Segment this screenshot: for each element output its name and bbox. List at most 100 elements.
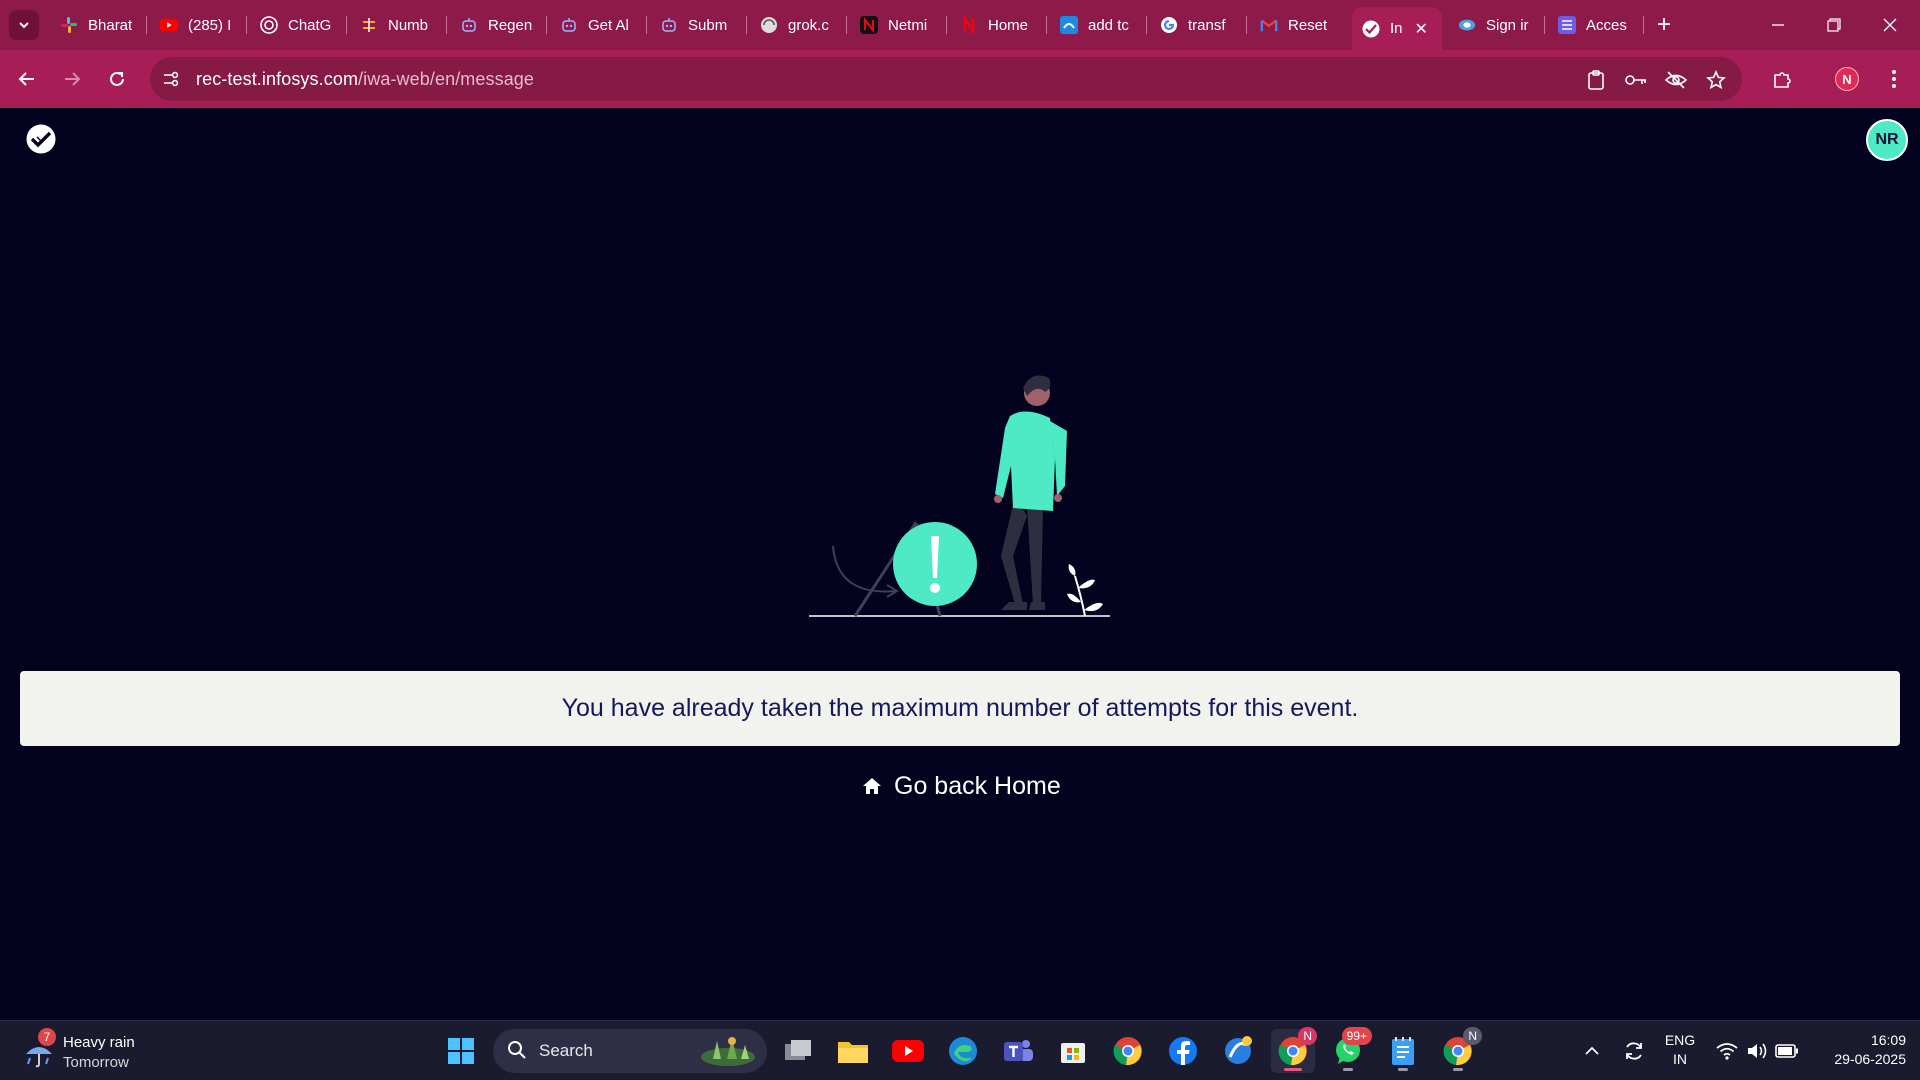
tab-separator [846,16,847,34]
weather-widget[interactable]: 7 Heavy rain Tomorrow [20,1028,160,1074]
system-clock[interactable]: 16:09 29-06-2025 [1806,1031,1906,1069]
bookmark-star-icon[interactable] [1703,67,1729,93]
go-back-home-link[interactable]: Go back Home [862,769,1061,803]
taskbar-app-whatsapp[interactable]: 99+ [1326,1027,1372,1073]
warning-illustration [809,375,1110,617]
taskbar-app-chrome-2[interactable]: N [1436,1027,1482,1073]
taskbar-app-teams[interactable] [996,1029,1040,1073]
user-avatar[interactable]: NR [1866,119,1908,161]
tab-separator [446,16,447,34]
language-indicator[interactable]: ENG IN [1655,1031,1705,1069]
puzzle-icon [1774,72,1791,88]
tab-12[interactable]: Reset [1250,7,1350,43]
tab-label: Acces [1586,16,1627,34]
tab-separator [146,16,147,34]
tab-15[interactable]: Acces [1548,7,1648,43]
weather-subtitle: Tomorrow [63,1054,129,1071]
tab-4[interactable]: Regen [450,7,550,43]
volume-tray-button[interactable] [1744,1021,1770,1080]
reload-button[interactable] [101,63,133,95]
back-button[interactable] [11,63,43,95]
error-message-box: You have already taken the maximum numbe… [20,671,1900,746]
tab-1[interactable]: (285) I [150,7,250,43]
tab-search-button[interactable] [9,10,39,40]
tab-8[interactable]: Netmi [850,7,950,43]
chevron-down-icon [19,22,29,29]
robot-icon [460,16,478,34]
eye-off-icon[interactable] [1663,67,1689,93]
taskbar-app-edge[interactable] [941,1029,985,1073]
taskbar-app-file-explorer[interactable] [831,1029,875,1073]
close-tab-icon[interactable]: ✕ [1415,19,1428,39]
tab-13-active[interactable]: In ✕ [1352,7,1442,50]
site-info-icon[interactable] [160,68,182,90]
tab-label: Reset [1288,16,1328,34]
search-icon [508,1041,526,1059]
battery-tray-button[interactable] [1774,1021,1800,1080]
taskbar-app-chrome[interactable] [1106,1029,1150,1073]
tab-9[interactable]: Home [950,7,1050,43]
clipboard-icon[interactable] [1583,67,1609,93]
tab-label: Regen [488,16,533,34]
forward-button[interactable] [56,63,88,95]
taskbar-app-youtube[interactable] [886,1029,930,1073]
tab-label: Sign ir [1486,16,1529,34]
taskbar-app-chrome-profile[interactable]: N [1271,1027,1317,1073]
address-bar[interactable]: rec-test.infosys.com/iwa-web/en/message [150,57,1742,101]
tab-separator [1046,16,1047,34]
url-domain: rec-test.infosys.com [196,69,359,89]
tab-14[interactable]: Sign ir [1448,7,1548,43]
password-key-icon[interactable] [1623,67,1649,93]
running-app-indicator [1343,1068,1353,1071]
search-highlight-icon [701,1037,755,1066]
clock-time: 16:09 [1870,1032,1906,1048]
weather-title: Heavy rain [63,1034,135,1051]
wingspan-logo-icon[interactable] [26,124,56,154]
chrome-profile-badge: N [1298,1027,1317,1045]
sync-tray-button[interactable] [1620,1021,1648,1080]
tab-0[interactable]: Bharat [50,7,150,43]
taskbar-app-store[interactable] [1051,1029,1095,1073]
browser-menu-button[interactable] [1878,63,1910,95]
netflix-icon [960,16,978,34]
profile-button[interactable]: N [1831,63,1863,95]
close-window-button[interactable] [1870,8,1910,42]
globe-icon [760,16,778,34]
tab-2[interactable]: ChatG [250,7,350,43]
tab-label: transf [1188,16,1226,34]
minimize-icon [1772,24,1784,26]
url-text[interactable]: rec-test.infosys.com/iwa-web/en/message [196,69,534,90]
new-tab-button[interactable]: + [1651,8,1677,42]
tab-11[interactable]: transf [1150,7,1250,43]
tab-separator [1246,16,1247,34]
azure-icon [1060,16,1078,34]
taskbar-search[interactable]: Search [493,1029,767,1073]
numbers-icon [360,16,378,34]
extensions-button[interactable] [1766,63,1798,95]
tab-label: Get Al [588,16,629,34]
taskbar-app-microsoft-365[interactable] [1216,1029,1260,1073]
start-button[interactable] [439,1029,483,1073]
url-path: /iwa-web/en/message [358,69,535,89]
tab-10[interactable]: add tc [1050,7,1150,43]
profile-avatar: N [1835,67,1859,91]
minimize-button[interactable] [1758,8,1798,42]
wifi-tray-button[interactable] [1714,1021,1740,1080]
tab-3[interactable]: Numb [350,7,450,43]
running-app-indicator [1453,1068,1463,1071]
arrow-right-icon [65,72,81,86]
taskbar-app-notepad[interactable] [1381,1029,1425,1073]
show-hidden-icons-button[interactable] [1580,1021,1604,1080]
teams-icon [1004,1040,1033,1061]
restore-button[interactable] [1814,8,1854,42]
restore-icon [1827,18,1841,32]
tab-7[interactable]: grok.c [750,7,850,43]
wifi-icon [1716,1043,1738,1060]
weather-alert-badge: 7 [38,1028,56,1046]
taskbar-app-task-view[interactable] [776,1029,820,1073]
tab-5[interactable]: Get Al [550,7,650,43]
notepad-icon [1392,1037,1414,1065]
tab-6[interactable]: Subm [650,7,750,43]
taskbar-app-facebook[interactable] [1161,1029,1205,1073]
slack-icon [60,16,78,34]
